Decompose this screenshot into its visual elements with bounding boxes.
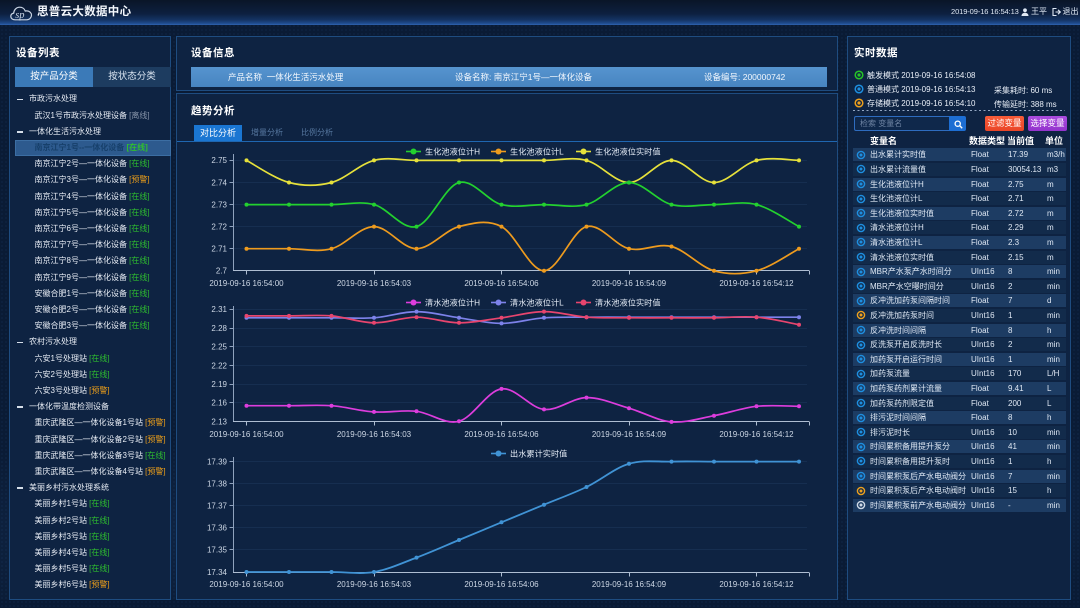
svg-text:清水池液位实时值: 清水池液位实时值 bbox=[595, 298, 661, 308]
svg-text:生化池液位计L: 生化池液位计L bbox=[510, 147, 564, 157]
svg-text:sp: sp bbox=[15, 10, 24, 21]
svg-text:2019-09-16 16:54:06: 2019-09-16 16:54:06 bbox=[464, 580, 539, 589]
svg-text:2.73: 2.73 bbox=[211, 200, 227, 209]
svg-text:2.22: 2.22 bbox=[211, 361, 227, 370]
svg-text:2.19: 2.19 bbox=[211, 380, 227, 389]
svg-text:2019-09-16 16:54:00: 2019-09-16 16:54:00 bbox=[209, 430, 284, 439]
svg-text:2019-09-16 16:54:12: 2019-09-16 16:54:12 bbox=[719, 279, 794, 288]
svg-text:2.7: 2.7 bbox=[216, 267, 228, 276]
svg-text:清水池液位计H: 清水池液位计H bbox=[425, 298, 480, 308]
svg-text:2019-09-16 16:54:03: 2019-09-16 16:54:03 bbox=[337, 580, 412, 589]
svg-text:2019-09-16 16:54:09: 2019-09-16 16:54:09 bbox=[592, 580, 667, 589]
svg-text:2019-09-16 16:54:06: 2019-09-16 16:54:06 bbox=[464, 279, 539, 288]
svg-text:2019-09-16 16:54:00: 2019-09-16 16:54:00 bbox=[209, 580, 284, 589]
svg-text:2019-09-16 16:54:09: 2019-09-16 16:54:09 bbox=[592, 430, 667, 439]
svg-text:2019-09-16 16:54:06: 2019-09-16 16:54:06 bbox=[464, 430, 539, 439]
svg-text:出水累计实时值: 出水累计实时值 bbox=[510, 449, 567, 459]
svg-text:2019-09-16 16:54:12: 2019-09-16 16:54:12 bbox=[719, 580, 794, 589]
svg-text:2019-09-16 16:54:09: 2019-09-16 16:54:09 bbox=[592, 279, 667, 288]
svg-text:2.13: 2.13 bbox=[211, 418, 227, 427]
svg-text:生化池液位实时值: 生化池液位实时值 bbox=[595, 147, 661, 157]
svg-text:17.34: 17.34 bbox=[207, 568, 228, 577]
svg-text:17.36: 17.36 bbox=[207, 524, 228, 533]
svg-text:2.31: 2.31 bbox=[211, 305, 227, 314]
svg-text:2.28: 2.28 bbox=[211, 324, 227, 333]
svg-text:2019-09-16 16:54:03: 2019-09-16 16:54:03 bbox=[337, 430, 412, 439]
svg-text:2.71: 2.71 bbox=[211, 245, 227, 254]
svg-text:清水池液位计L: 清水池液位计L bbox=[510, 298, 564, 308]
svg-text:2.16: 2.16 bbox=[211, 399, 227, 408]
svg-text:17.38: 17.38 bbox=[207, 479, 228, 488]
svg-text:2.74: 2.74 bbox=[211, 178, 227, 187]
svg-text:2019-09-16 16:54:00: 2019-09-16 16:54:00 bbox=[209, 279, 284, 288]
svg-text:2.72: 2.72 bbox=[211, 223, 227, 232]
svg-text:2.75: 2.75 bbox=[211, 156, 227, 165]
svg-text:2019-09-16 16:54:03: 2019-09-16 16:54:03 bbox=[337, 279, 412, 288]
svg-text:生化池液位计H: 生化池液位计H bbox=[425, 147, 480, 157]
svg-text:17.35: 17.35 bbox=[207, 546, 228, 555]
svg-text:2019-09-16 16:54:12: 2019-09-16 16:54:12 bbox=[719, 430, 794, 439]
svg-text:17.37: 17.37 bbox=[207, 502, 228, 511]
svg-text:17.39: 17.39 bbox=[207, 457, 228, 466]
svg-text:2.25: 2.25 bbox=[211, 343, 227, 352]
